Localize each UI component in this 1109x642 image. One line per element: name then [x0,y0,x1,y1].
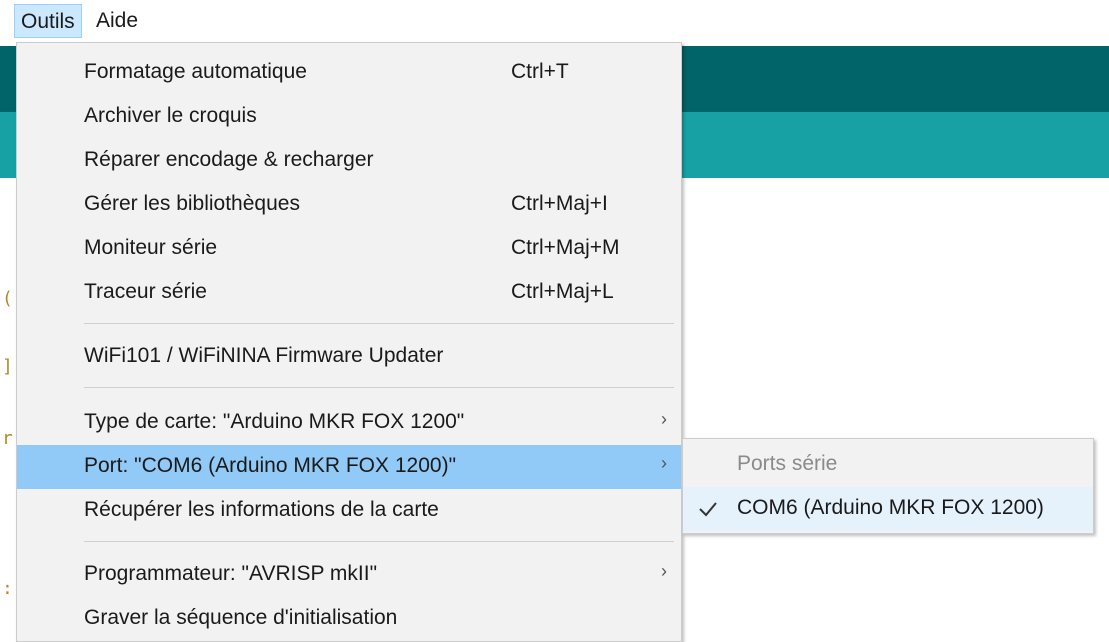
menu-item-shortcut: Ctrl+Maj+L [511,280,614,303]
gutter-char: r [2,428,13,449]
menu-item-board-info[interactable]: Récupérer les informations de la carte [17,489,681,533]
menu-item-label: Récupérer les informations de la carte [84,498,439,521]
chevron-right-icon: › [661,561,667,581]
menu-separator [84,541,674,542]
menu-item-board-type[interactable]: Type de carte: "Arduino MKR FOX 1200" › [17,401,681,445]
menu-item-label: WiFi101 / WiFiNINA Firmware Updater [84,344,444,367]
menu-item-archive-sketch[interactable]: Archiver le croquis [17,95,681,139]
chevron-right-icon: › [661,409,667,429]
gutter-char: : [2,578,13,599]
menu-aide[interactable]: Aide [90,4,144,38]
menu-item-label: Moniteur série [84,236,218,259]
menu-item-fix-encoding[interactable]: Réparer encodage & recharger [17,139,681,183]
menu-item-firmware-updater[interactable]: WiFi101 / WiFiNINA Firmware Updater [17,335,681,379]
menu-item-burn-bootloader[interactable]: Graver la séquence d'initialisation [17,597,681,641]
menu-item-shortcut: Ctrl+Maj+M [511,236,620,259]
gutter-char: ] [2,356,13,377]
submenu-item-com6[interactable]: COM6 (Arduino MKR FOX 1200) [683,487,1093,531]
menu-bar: Outils Aide [0,0,1109,42]
menu-separator [84,387,674,388]
menu-item-label: Archiver le croquis [84,104,257,127]
tools-menu: Formatage automatique Ctrl+T Archiver le… [16,42,682,642]
menu-item-label: Port: "COM6 (Arduino MKR FOX 1200)" [84,454,457,477]
menu-item-port[interactable]: Port: "COM6 (Arduino MKR FOX 1200)" › [17,445,681,489]
checkmark-icon [699,502,717,517]
menu-item-auto-format[interactable]: Formatage automatique Ctrl+T [17,51,681,95]
menu-item-label: Graver la séquence d'initialisation [84,606,398,629]
menu-separator [84,323,674,324]
menu-item-label: Formatage automatique [84,60,307,83]
menu-item-shortcut: Ctrl+T [511,60,569,83]
submenu-header-label: Ports série [737,452,838,475]
menu-item-manage-libraries[interactable]: Gérer les bibliothèques Ctrl+Maj+I [17,183,681,227]
menu-item-shortcut: Ctrl+Maj+I [511,192,608,215]
menu-outils[interactable]: Outils [14,4,82,38]
submenu-item-label: COM6 (Arduino MKR FOX 1200) [737,496,1044,519]
chevron-right-icon: › [661,453,667,473]
menu-item-label: Réparer encodage & recharger [84,148,374,171]
menu-item-serial-plotter[interactable]: Traceur série Ctrl+Maj+L [17,271,681,315]
submenu-header: Ports série [683,443,1093,487]
menu-item-label: Type de carte: "Arduino MKR FOX 1200" [84,410,465,433]
menu-item-label: Gérer les bibliothèques [84,192,300,215]
port-submenu: Ports série COM6 (Arduino MKR FOX 1200) [682,438,1094,534]
menu-item-label: Traceur série [84,280,207,303]
menu-item-programmer[interactable]: Programmateur: "AVRISP mkII" › [17,553,681,597]
menu-item-label: Programmateur: "AVRISP mkII" [84,562,378,585]
menu-item-serial-monitor[interactable]: Moniteur série Ctrl+Maj+M [17,227,681,271]
gutter-char: ( [2,288,13,309]
